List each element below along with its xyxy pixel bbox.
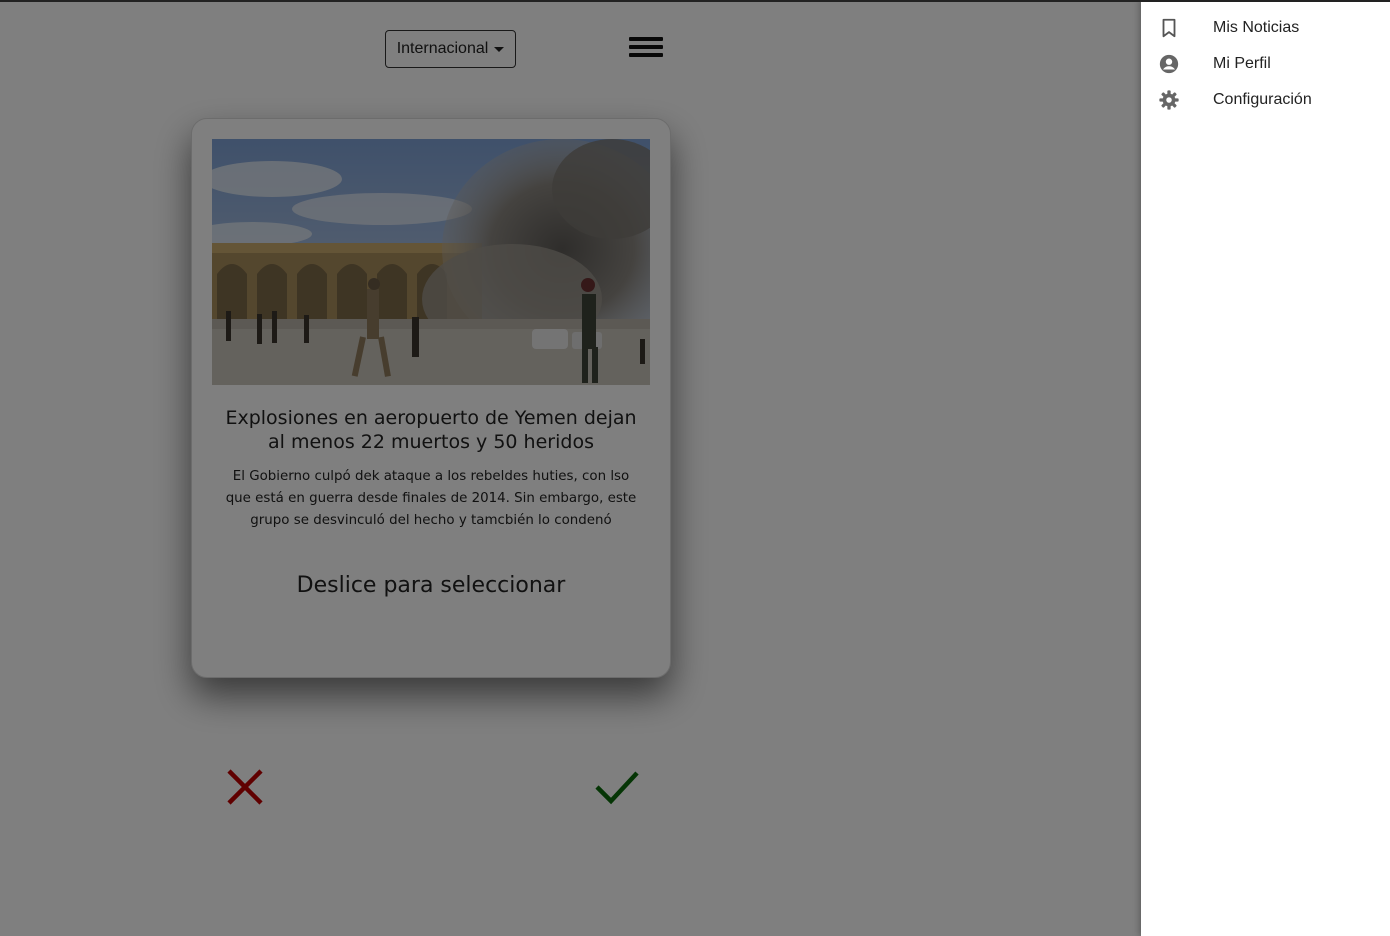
modal-overlay[interactable] bbox=[0, 0, 1141, 936]
drawer-item-label: Mis Noticias bbox=[1213, 19, 1300, 36]
drawer-item-label: Mi Perfil bbox=[1213, 55, 1271, 72]
side-drawer: Mis Noticias Mi Perfil Configuración bbox=[1141, 0, 1390, 936]
drawer-item-mi-perfil[interactable]: Mi Perfil bbox=[1141, 46, 1390, 82]
drawer-item-configuracion[interactable]: Configuración bbox=[1141, 82, 1390, 118]
drawer-item-mis-noticias[interactable]: Mis Noticias bbox=[1141, 10, 1390, 46]
gear-icon bbox=[1158, 89, 1180, 111]
account-circle-icon bbox=[1158, 53, 1180, 75]
bookmark-icon bbox=[1158, 17, 1180, 39]
drawer-item-label: Configuración bbox=[1213, 91, 1312, 108]
top-border bbox=[0, 0, 1390, 2]
app-page: Internacional bbox=[0, 0, 1390, 936]
